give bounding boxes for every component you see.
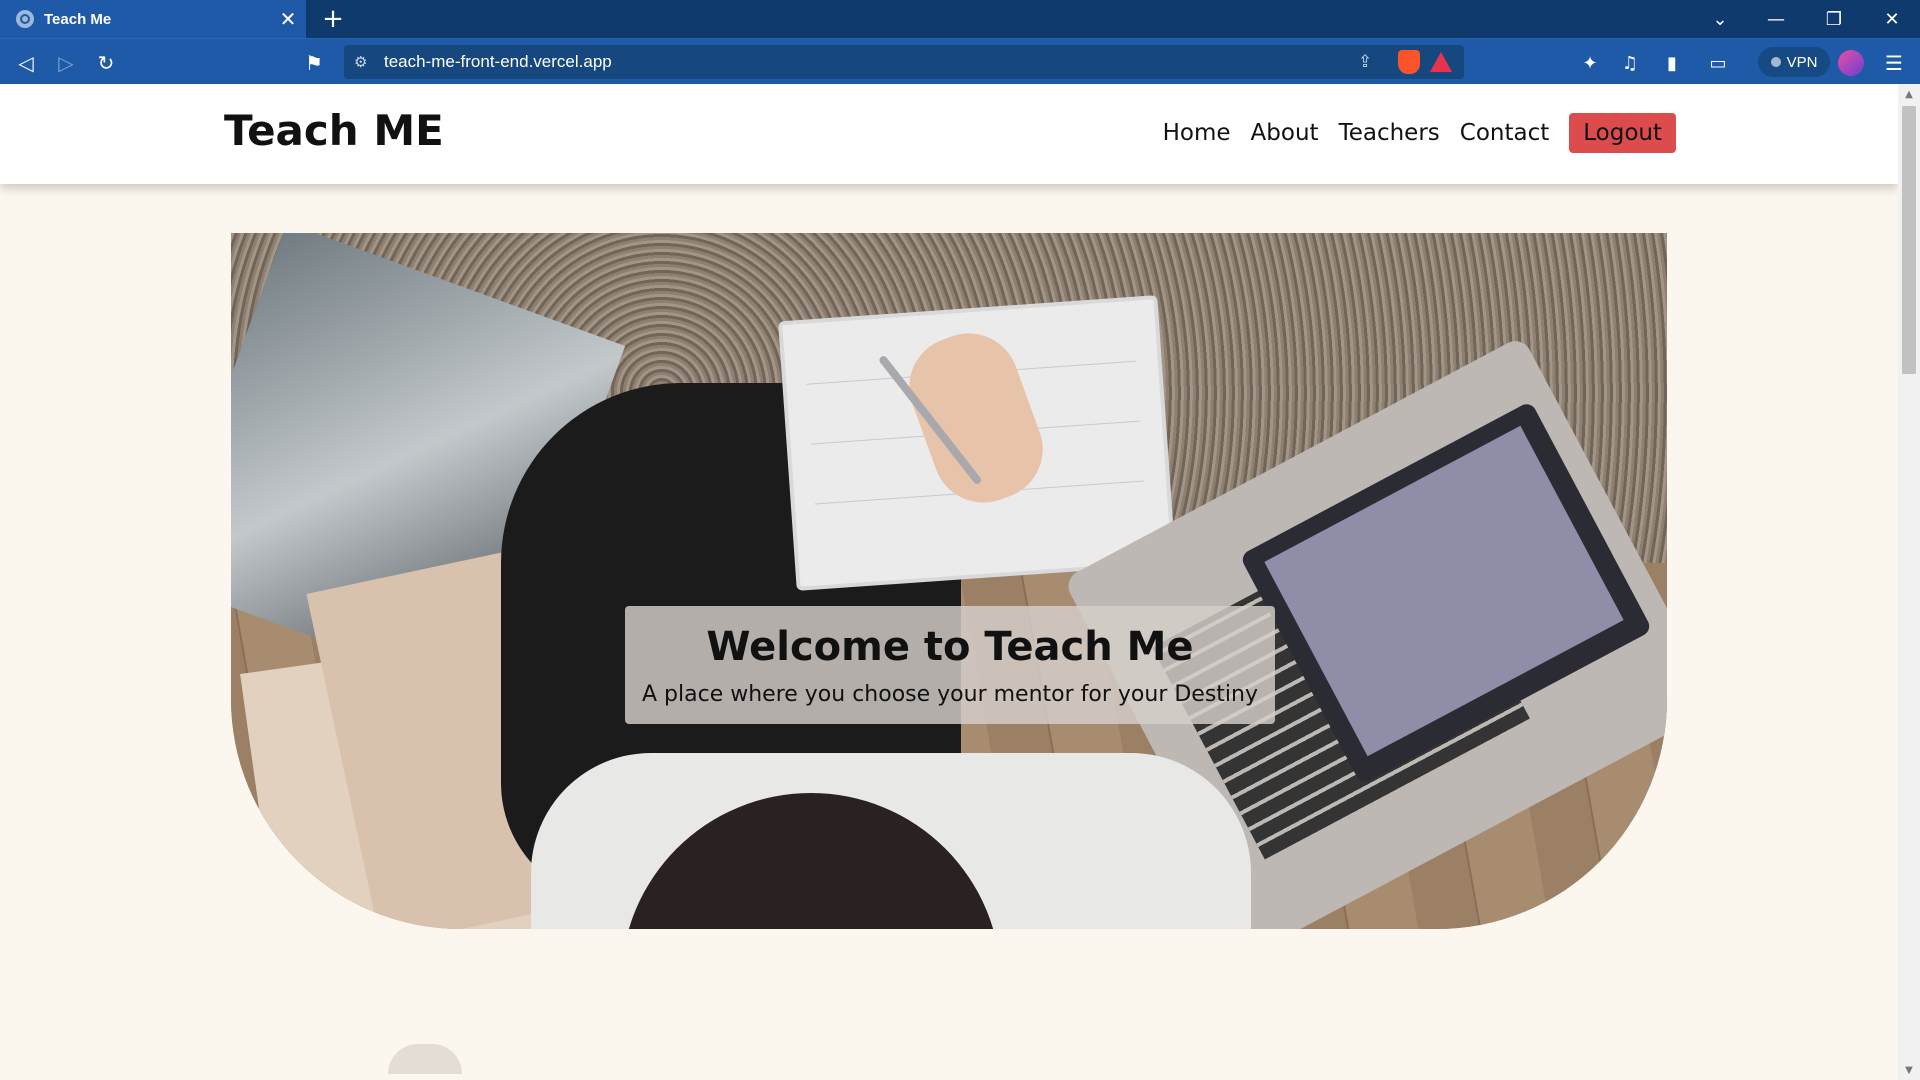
- globe-icon: [16, 10, 34, 28]
- page-viewport: Teach ME Home About Teachers Contact Log…: [0, 84, 1898, 1080]
- brand-logo[interactable]: Teach ME: [224, 106, 444, 155]
- minimize-button[interactable]: —: [1748, 0, 1804, 38]
- nav-home-link[interactable]: Home: [1163, 120, 1231, 146]
- address-bar[interactable]: ⚙ teach-me-front-end.vercel.app ⇪: [344, 45, 1464, 79]
- close-window-button[interactable]: ✕: [1864, 0, 1920, 38]
- menu-icon[interactable]: ☰: [1878, 47, 1910, 79]
- main-nav: Home About Teachers Contact Logout: [1163, 113, 1676, 153]
- back-button[interactable]: ◁: [10, 47, 42, 79]
- browser-toolbar: ◁ ▷ ↻ ⚑ ⚙ teach-me-front-end.vercel.app …: [0, 38, 1920, 84]
- nav-teachers-link[interactable]: Teachers: [1339, 120, 1440, 146]
- sidebar-icon[interactable]: ▮: [1656, 47, 1688, 79]
- nav-contact-link[interactable]: Contact: [1460, 120, 1549, 146]
- scroll-down-arrow-icon[interactable]: ▼: [1898, 1060, 1920, 1080]
- reload-button[interactable]: ↻: [90, 47, 122, 79]
- hero-image: [231, 233, 1667, 929]
- vpn-status-dot: [1770, 57, 1781, 67]
- vpn-label: VPN: [1786, 53, 1818, 71]
- site-header: Teach ME Home About Teachers Contact Log…: [0, 84, 1898, 184]
- scroll-up-arrow-icon[interactable]: ▲: [1898, 84, 1920, 104]
- tab-title: Teach Me: [44, 10, 112, 28]
- page-scrollbar[interactable]: ▲ ▼: [1898, 84, 1920, 1080]
- hero-title: Welcome to Teach Me: [706, 623, 1194, 670]
- nav-about-link[interactable]: About: [1251, 120, 1319, 146]
- forward-button[interactable]: ▷: [50, 47, 82, 79]
- media-icon[interactable]: ♫: [1614, 47, 1646, 79]
- vpn-button[interactable]: VPN: [1758, 47, 1830, 77]
- hero-subtitle: A place where you choose your mentor for…: [642, 681, 1258, 707]
- wallet-icon[interactable]: ▭: [1702, 47, 1734, 79]
- url-text[interactable]: teach-me-front-end.vercel.app: [384, 52, 1358, 72]
- hero-caption: Welcome to Teach Me A place where you ch…: [625, 606, 1275, 724]
- brave-shields-icon[interactable]: [1398, 50, 1420, 74]
- share-icon[interactable]: ⇪: [1358, 52, 1388, 72]
- extensions-icon[interactable]: ✦: [1574, 47, 1606, 79]
- brave-rewards-icon[interactable]: [1430, 52, 1452, 72]
- profile-avatar[interactable]: [1838, 50, 1864, 76]
- restore-button[interactable]: ❐: [1806, 0, 1862, 38]
- tab-search-chevron-icon[interactable]: ⌄: [1692, 0, 1748, 38]
- logout-button[interactable]: Logout: [1569, 113, 1676, 153]
- decorative-shape: [388, 1044, 462, 1074]
- browser-tab-active[interactable]: Teach Me ✕: [0, 0, 306, 38]
- scrollbar-thumb[interactable]: [1902, 106, 1916, 374]
- new-tab-button[interactable]: +: [318, 4, 348, 34]
- browser-tabstrip: Teach Me ✕ + ⌄ — ❐ ✕: [0, 0, 1920, 38]
- site-settings-icon[interactable]: ⚙: [354, 53, 384, 71]
- close-tab-icon[interactable]: ✕: [276, 7, 300, 31]
- bookmark-icon[interactable]: ⚑: [298, 47, 330, 79]
